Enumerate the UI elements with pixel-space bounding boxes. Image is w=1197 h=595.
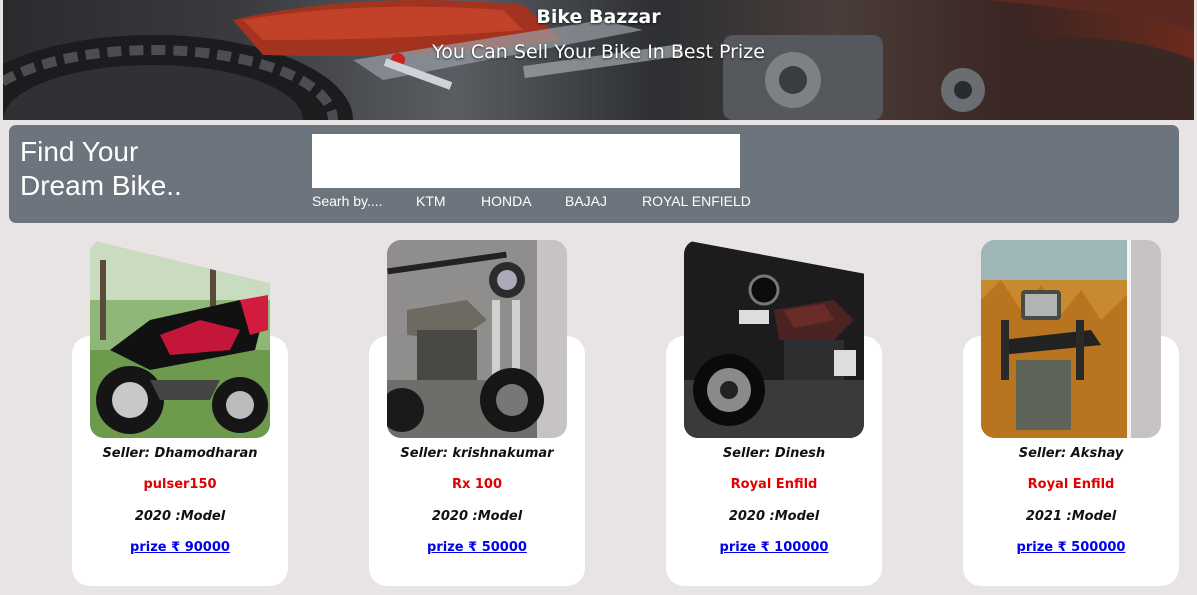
motorcycle-photo: [387, 240, 567, 438]
filter-bajaj[interactable]: BAJAJ: [565, 193, 607, 209]
bike-year: 2020 :Model: [134, 509, 226, 524]
site-tagline: You Can Sell Your Bike In Best Prize: [432, 41, 765, 63]
search-heading-line2: Dream Bike..: [20, 170, 182, 201]
bike-model: Royal Enfild: [1027, 477, 1115, 492]
seller-name: Seller: Dhamodharan: [102, 446, 258, 461]
search-input[interactable]: [312, 134, 740, 188]
motorcycle-photo: [684, 240, 864, 438]
bike-year: 2021 :Model: [1025, 509, 1117, 524]
filter-ktm[interactable]: KTM: [416, 193, 446, 209]
seller-name: Seller: Dinesh: [722, 446, 826, 461]
search-heading-line1: Find Your: [20, 136, 139, 167]
filter-royal-enfield[interactable]: ROYAL ENFIELD: [642, 193, 751, 209]
bike-model: Rx 100: [451, 477, 503, 492]
price-link[interactable]: prize ₹ 500000: [963, 540, 1179, 555]
seller-name: Seller: krishnakumar: [400, 446, 554, 461]
bike-year: 2020 :Model: [431, 509, 523, 524]
bike-year: 2020 :Model: [728, 509, 820, 524]
price-link[interactable]: prize ₹ 90000: [72, 540, 288, 555]
hero-banner: Bike Bazzar You Can Sell Your Bike In Be…: [3, 0, 1194, 120]
price-link[interactable]: prize ₹ 50000: [369, 540, 585, 555]
search-panel: Find Your Dream Bike.. Searh by.... KTM …: [9, 125, 1179, 223]
motorcycle-photo: [90, 240, 270, 438]
search-heading: Find Your Dream Bike..: [20, 135, 260, 203]
filter-honda[interactable]: HONDA: [481, 193, 532, 209]
search-by-label: Searh by....: [312, 193, 383, 209]
site-title: Bike Bazzar: [536, 6, 661, 28]
price-link[interactable]: prize ₹ 100000: [666, 540, 882, 555]
bike-model: pulser150: [143, 477, 217, 492]
motorcycle-photo: [981, 240, 1161, 438]
bike-model: Royal Enfild: [730, 477, 818, 492]
seller-name: Seller: Akshay: [1018, 446, 1124, 461]
